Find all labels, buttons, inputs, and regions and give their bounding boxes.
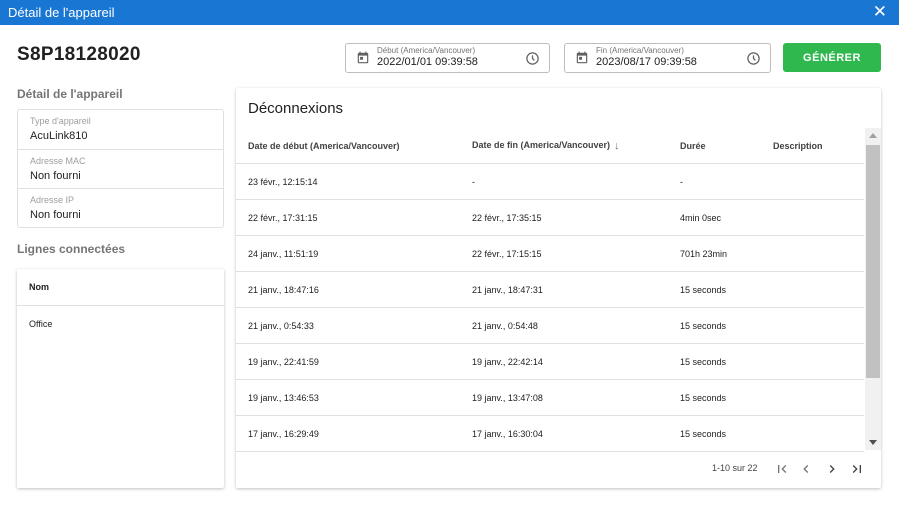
table-cell: 22 févr., 17:35:15 xyxy=(472,212,542,223)
scroll-up-icon[interactable] xyxy=(869,133,877,138)
table-row[interactable]: 24 janv., 11:51:19 22 févr., 17:15:15 701h… xyxy=(236,236,864,272)
table-cell: 21 janv., 0:54:33 xyxy=(248,320,314,331)
calendar-icon xyxy=(576,51,588,64)
pagination: 1-10 sur 22 xyxy=(236,450,881,488)
field-label: Adresse MAC xyxy=(30,155,86,166)
vertical-scrollbar[interactable] xyxy=(865,128,881,450)
table-cell: 17 janv., 16:30:04 xyxy=(472,428,543,439)
table-row[interactable]: 17 janv., 16:29:49 17 janv., 16:30:04 15 s… xyxy=(236,416,864,452)
table-cell: 21 janv., 18:47:16 xyxy=(248,284,319,295)
column-header-name[interactable]: Nom xyxy=(17,269,224,306)
table-cell: 17 janv., 16:29:49 xyxy=(248,428,319,439)
table-cell: 21 janv., 0:54:48 xyxy=(472,320,538,331)
table-cell: 15 seconds xyxy=(680,356,727,367)
field-label: Adresse IP xyxy=(30,195,75,205)
column-header-end-label: Date de fin (America/Vancouver) xyxy=(472,139,611,150)
table-cell: 19 janv., 13:46:53 xyxy=(248,392,319,403)
pagination-range: 1-10 sur 22 xyxy=(712,463,758,473)
table-cell: 15 seconds xyxy=(680,428,727,439)
end-date-label: Fin (America/Vancouver) xyxy=(596,46,684,55)
table-cell: 24 janv., 11:51:19 xyxy=(248,248,319,259)
disconnections-title: Déconnexions xyxy=(248,100,344,117)
column-header-description[interactable]: Description xyxy=(773,141,823,151)
table-cell: 701h 23min xyxy=(680,248,728,259)
table-cell: 19 janv., 13:47:08 xyxy=(472,392,543,403)
table-cell: 21 janv., 18:47:31 xyxy=(472,284,543,295)
last-page-icon[interactable] xyxy=(849,461,865,477)
table-row[interactable]: 19 janv., 13:46:53 19 janv., 13:47:08 15 s… xyxy=(236,380,864,416)
table-cell: 19 janv., 22:41:59 xyxy=(248,356,319,367)
next-page-icon[interactable] xyxy=(824,461,840,477)
ip-address-row: Adresse IP Non fourni xyxy=(18,189,223,229)
table-row[interactable]: 19 janv., 22:41:59 19 janv., 22:42:14 15 s… xyxy=(236,344,864,380)
window-title: Détail de l'appareil xyxy=(8,5,115,20)
table-row[interactable]: 22 févr., 17:31:15 22 févr., 17:35:15 4min… xyxy=(236,200,864,236)
device-id: S8P18128020 xyxy=(17,44,141,65)
table-cell: 15 seconds xyxy=(680,284,727,295)
column-header-start[interactable]: Date de début (America/Vancouver) xyxy=(248,141,400,151)
field-value: AcuLink810 xyxy=(30,130,88,142)
field-value: Non fourni xyxy=(30,209,81,221)
end-date-value: 2023/08/17 09:39:58 xyxy=(596,56,697,68)
table-cell: 22 févr., 17:31:15 xyxy=(248,212,318,223)
column-header-end[interactable]: Date de fin (America/Vancouver) ↓ xyxy=(472,140,620,152)
clock-icon[interactable] xyxy=(746,51,761,66)
table-row[interactable]: 21 janv., 18:47:16 21 janv., 18:47:31 15 s… xyxy=(236,272,864,308)
table-body: 23 févr., 12:15:14- -22 févr., 17:31:15 22… xyxy=(236,164,864,452)
table-row[interactable]: 21 janv., 0:54:33 21 janv., 0:54:48 15 sec… xyxy=(236,308,864,344)
first-page-icon[interactable] xyxy=(774,461,790,477)
start-date-field[interactable]: Début (America/Vancouver) 2022/01/01 09:… xyxy=(345,43,550,73)
mac-address-row: Adresse MAC Non fourni xyxy=(18,150,223,189)
connected-lines-title: Lignes connectées xyxy=(17,242,126,256)
disconnections-card: Déconnexions Date de début (America/Vanc… xyxy=(236,88,881,488)
table-cell: 15 seconds xyxy=(680,320,727,331)
clock-icon[interactable] xyxy=(525,51,540,66)
list-item[interactable]: Office xyxy=(17,306,224,329)
close-icon[interactable]: ✕ xyxy=(873,3,887,21)
table-cell: 22 févr., 17:15:15 xyxy=(472,248,542,259)
generate-button[interactable]: GÉNÉRER xyxy=(783,43,881,72)
scroll-down-icon[interactable] xyxy=(869,440,877,445)
end-date-field[interactable]: Fin (America/Vancouver) 2023/08/17 09:39… xyxy=(564,43,771,73)
table-row[interactable]: 23 févr., 12:15:14 - - xyxy=(236,164,864,200)
window-titlebar: Détail de l'appareil ✕ xyxy=(0,0,899,25)
start-date-value: 2022/01/01 09:39:58 xyxy=(377,56,478,68)
device-details-title: Détail de l'appareil xyxy=(17,87,123,101)
table-header: Date de début (America/Vancouver) Date d… xyxy=(236,128,864,164)
column-header-duration[interactable]: Durée xyxy=(680,141,706,151)
disconnections-table: Date de début (America/Vancouver) Date d… xyxy=(236,128,864,452)
table-cell: - xyxy=(472,176,475,187)
table-cell: 4min 0sec xyxy=(680,212,722,223)
table-cell: 23 févr., 12:15:14 xyxy=(248,176,318,187)
calendar-icon xyxy=(357,51,369,64)
table-cell: 15 seconds xyxy=(680,392,727,403)
device-type-row: Type d'appareil AcuLink810 xyxy=(18,110,223,150)
connected-lines-table: Nom Office xyxy=(17,269,224,488)
previous-page-icon[interactable] xyxy=(798,461,814,477)
table-cell: - xyxy=(680,176,683,187)
field-label: Type d'appareil xyxy=(30,116,91,126)
scrollbar-thumb[interactable] xyxy=(866,145,880,378)
sort-down-icon[interactable]: ↓ xyxy=(614,140,620,152)
device-details-box: Type d'appareil AcuLink810 Adresse MAC N… xyxy=(17,109,224,228)
start-date-label: Début (America/Vancouver) xyxy=(377,46,476,55)
table-cell: 19 janv., 22:42:14 xyxy=(472,356,543,367)
field-value: Non fourni xyxy=(30,169,81,182)
